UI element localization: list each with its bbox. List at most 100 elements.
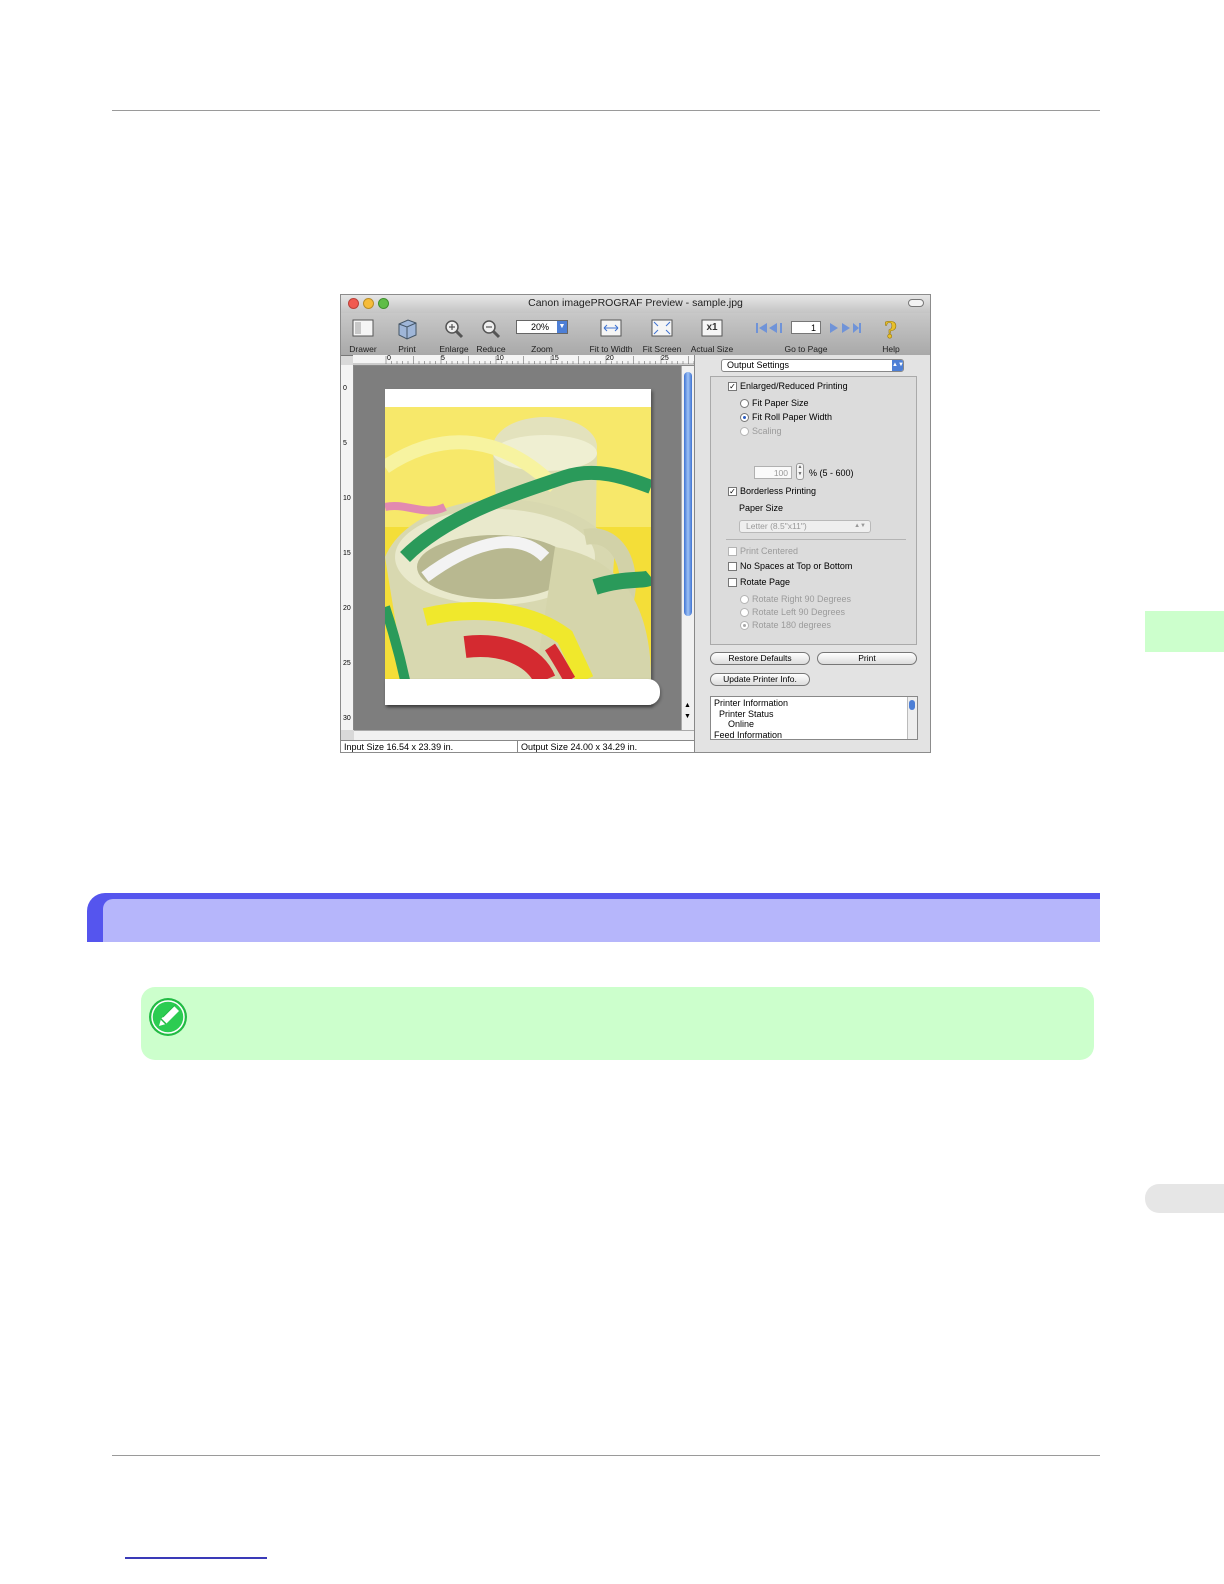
rotate-right-radio[interactable]: Rotate Right 90 Degrees (740, 594, 851, 604)
scroll-down-icon[interactable]: ▼ (684, 713, 691, 720)
info-scrollbar[interactable] (907, 697, 917, 739)
ruler-tick: 5 (441, 355, 445, 362)
first-prev-page-icon[interactable] (755, 322, 789, 334)
scaling-stepper[interactable]: ▲ ▼ (796, 463, 804, 480)
page-value: 1 (810, 323, 816, 333)
drawer-icon (352, 319, 374, 337)
print-label: Print (398, 344, 416, 354)
next-last-page-icon[interactable] (828, 322, 862, 334)
roll-paper-end (385, 679, 660, 705)
ruler-tick: 15 (551, 355, 559, 362)
go-to-page-wrap: Go to Page (771, 313, 841, 355)
vertical-ruler: 0 5 10 15 20 25 30 (341, 365, 354, 730)
fit-screen-button[interactable]: Fit Screen (641, 313, 683, 355)
chapter-side-tab[interactable] (1145, 611, 1224, 652)
actual-size-button[interactable]: x1 Actual Size (688, 313, 736, 355)
ruler-tick: 0 (387, 355, 391, 362)
rotate-180-radio[interactable]: Rotate 180 degrees (740, 620, 831, 630)
toolbar-toggle-icon[interactable] (908, 299, 924, 307)
no-spaces-checkbox[interactable]: No Spaces at Top or Bottom (728, 561, 852, 571)
scaling-value: 100 (773, 468, 788, 478)
zoom-in-icon (445, 320, 464, 339)
borderless-printing-checkbox[interactable]: ✓ Borderless Printing (728, 486, 816, 496)
section-heading-bar (87, 893, 1100, 942)
paper-size-value: Letter (8.5"x11") (746, 521, 807, 531)
rotate-180-label: Rotate 180 degrees (752, 620, 832, 630)
ruler-tick: 5 (343, 440, 347, 447)
title-bar[interactable]: Canon imagePROGRAF Preview - sample.jpg (341, 295, 930, 313)
output-settings-group: ✓ Enlarged/Reduced Printing Fit Paper Si… (710, 376, 917, 645)
rotate-page-label: Rotate Page (740, 577, 791, 587)
print-centered-checkbox[interactable]: Print Centered (728, 546, 798, 556)
popup-arrows-icon: ▲▼ (892, 360, 904, 371)
checkbox-icon (728, 546, 737, 556)
paper-size-label: Paper Size (739, 503, 784, 513)
radio-icon (740, 607, 749, 617)
drawer-label: Drawer (349, 344, 377, 354)
enlarge-label: Enlarge (439, 344, 469, 354)
fit-width-icon (600, 319, 622, 337)
checkbox-icon (728, 561, 737, 571)
chevron-down-icon[interactable]: ▼ (557, 321, 567, 333)
actual-size-glyph: x1 (706, 322, 718, 333)
scroll-up-icon[interactable]: ▲ (684, 702, 691, 709)
scaling-range-label: % (5 - 600) (809, 468, 854, 478)
scroll-thumb[interactable] (909, 700, 915, 710)
ruler-tick: 25 (661, 355, 669, 362)
print-button[interactable]: Print (817, 652, 917, 665)
fit-roll-paper-width-radio[interactable]: Fit Roll Paper Width (740, 412, 832, 422)
page-number-input[interactable]: 1 (791, 321, 821, 334)
fit-roll-paper-width-label: Fit Roll Paper Width (752, 412, 833, 422)
paper-size-select[interactable]: Letter (8.5"x11") ▲▼ (739, 520, 871, 533)
reduce-button[interactable]: Reduce (474, 313, 508, 355)
print-centered-label: Print Centered (740, 546, 799, 556)
settings-popup[interactable]: Output Settings ▲▼ (721, 359, 904, 372)
enlarge-button[interactable]: Enlarge (435, 313, 473, 355)
fit-to-width-button[interactable]: Fit to Width (587, 313, 635, 355)
zoom-value: 20% (531, 322, 550, 332)
fit-paper-size-radio[interactable]: Fit Paper Size (740, 398, 809, 408)
checkmark-icon: ✓ (728, 486, 737, 496)
printer-info-list[interactable]: Printer Information Printer Status Onlin… (710, 696, 918, 740)
scroll-thumb[interactable] (684, 372, 692, 616)
restore-defaults-button[interactable]: Restore Defaults (710, 652, 810, 665)
drawer-button[interactable]: Drawer (345, 313, 381, 355)
list-item: Printer Information (714, 698, 789, 708)
paper-size-heading: Paper Size (739, 503, 783, 513)
horizontal-scrollbar[interactable] (354, 730, 694, 740)
ruler-tick: 20 (606, 355, 614, 362)
ruler-tick: 10 (343, 495, 351, 502)
reduce-label: Reduce (476, 344, 506, 354)
zoom-window-icon[interactable] (378, 298, 389, 309)
update-printer-info-button[interactable]: Update Printer Info. (710, 673, 810, 686)
svg-text:?: ? (884, 318, 897, 342)
scaling-input[interactable]: 100 (754, 466, 792, 479)
rotate-right-label: Rotate Right 90 Degrees (752, 594, 852, 604)
preview-canvas[interactable] (354, 366, 681, 730)
index-side-tab[interactable] (1145, 1184, 1224, 1213)
rotate-left-label: Rotate Left 90 Degrees (752, 607, 846, 617)
settings-drawer: Output Settings ▲▼ ✓ Enlarged/Reduced Pr… (694, 355, 930, 752)
rotate-page-checkbox[interactable]: Rotate Page (728, 577, 790, 587)
zoom-combo[interactable]: 20% ▼ (516, 320, 568, 334)
help-button[interactable]: ? Help (876, 313, 906, 355)
enlarged-reduced-checkbox[interactable]: ✓ Enlarged/Reduced Printing (728, 381, 848, 391)
preview-window: Canon imagePROGRAF Preview - sample.jpg … (340, 294, 931, 753)
fit-paper-size-label: Fit Paper Size (752, 398, 809, 408)
ruler-tick: 20 (343, 605, 351, 612)
no-spaces-label: No Spaces at Top or Bottom (740, 561, 853, 571)
print-toolbar-button[interactable]: Print (391, 313, 423, 355)
note-box (141, 987, 1094, 1060)
close-window-icon[interactable] (348, 298, 359, 309)
ruler-tick: 10 (496, 355, 504, 362)
scaling-radio[interactable]: Scaling (740, 426, 782, 436)
vertical-scrollbar[interactable]: ▲ ▼ (681, 366, 694, 730)
printer-icon (398, 319, 417, 340)
fit-screen-label: Fit Screen (642, 344, 682, 354)
minimize-window-icon[interactable] (363, 298, 374, 309)
help-icon: ? (884, 318, 897, 342)
footer-link-underline[interactable] (125, 1557, 267, 1559)
rotate-left-radio[interactable]: Rotate Left 90 Degrees (740, 607, 845, 617)
fit-to-width-label: Fit to Width (589, 344, 633, 354)
pencil-note-icon (149, 998, 187, 1036)
